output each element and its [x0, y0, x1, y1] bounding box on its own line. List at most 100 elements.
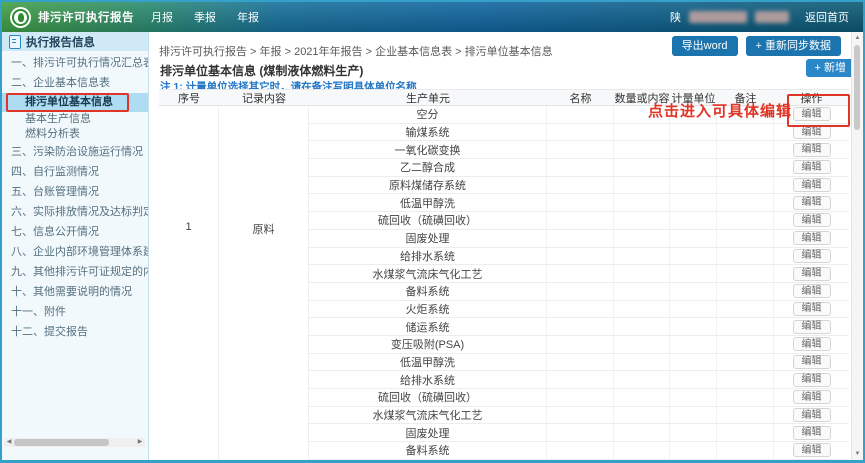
- scroll-right-icon[interactable]: ▶: [135, 438, 145, 447]
- sidebar-item[interactable]: 一、排污许可执行情况汇总表: [2, 53, 148, 73]
- sidebar-item[interactable]: 排污单位基本信息: [2, 93, 148, 112]
- edit-button[interactable]: 编辑: [793, 107, 831, 121]
- quantity-cell: [614, 318, 670, 335]
- table-row: 给排水系统 编辑: [309, 248, 849, 266]
- edit-button[interactable]: 编辑: [793, 213, 831, 227]
- sidebar-item[interactable]: 四、自行监测情况: [2, 162, 148, 182]
- sidebar-item[interactable]: 基本生产信息: [2, 112, 148, 127]
- sidebar-horizontal-scrollbar[interactable]: ◀ ▶: [4, 438, 145, 447]
- remark-cell: [717, 407, 774, 424]
- name-cell: [547, 106, 614, 123]
- quantity-cell: [614, 212, 670, 229]
- tab-report-period[interactable]: 季报: [194, 9, 216, 25]
- name-cell: [547, 354, 614, 371]
- sidebar-section-header: 执行报告信息: [2, 32, 148, 51]
- table-row: 备料系统 编辑: [309, 283, 849, 301]
- actions-cell: 编辑: [774, 159, 849, 176]
- edit-button[interactable]: 编辑: [793, 125, 831, 139]
- report-document-icon: [9, 35, 21, 49]
- remark-cell: [717, 354, 774, 371]
- sidebar-item[interactable]: 十、其他需要说明的情况: [2, 282, 148, 302]
- edit-button[interactable]: 编辑: [793, 390, 831, 404]
- remark-cell: [717, 283, 774, 300]
- name-cell: [547, 230, 614, 247]
- name-cell: [547, 424, 614, 441]
- sidebar-item[interactable]: 六、实际排放情况及达标判定分析: [2, 202, 148, 222]
- quantity-cell: [614, 194, 670, 211]
- tab-report-period[interactable]: 月报: [151, 9, 173, 25]
- unit-of-measure-cell: [670, 194, 717, 211]
- sidebar-item[interactable]: 九、其他排污许可证规定的内容执行情况: [2, 262, 148, 282]
- production-unit-cell: 固废处理: [309, 424, 547, 441]
- table-row: 变压吸附(PSA) 编辑: [309, 336, 849, 354]
- sidebar-item[interactable]: 五、台账管理情况: [2, 182, 148, 202]
- scrollbar-thumb[interactable]: [854, 45, 860, 130]
- actions-cell: 编辑: [774, 124, 849, 141]
- edit-button[interactable]: 编辑: [793, 284, 831, 298]
- name-cell: [547, 389, 614, 406]
- name-cell: [547, 124, 614, 141]
- table-row: 空分 编辑: [309, 106, 849, 124]
- table-row: 固废处理 编辑: [309, 230, 849, 248]
- edit-button[interactable]: 编辑: [793, 160, 831, 174]
- unit-of-measure-cell: [670, 424, 717, 441]
- unit-of-measure-cell: [670, 106, 717, 123]
- remark-cell: [717, 248, 774, 265]
- table-row: 硫回收（硫磺回收） 编辑: [309, 389, 849, 407]
- add-new-button[interactable]: + 新增: [806, 59, 855, 77]
- production-unit-cell: 变压吸附(PSA): [309, 336, 547, 353]
- remark-cell: [717, 106, 774, 123]
- actions-cell: 编辑: [774, 283, 849, 300]
- sidebar-item[interactable]: 十二、提交报告: [2, 322, 148, 342]
- production-unit-cell: 火炬系统: [309, 301, 547, 318]
- edit-button[interactable]: 编辑: [793, 196, 831, 210]
- sidebar-item[interactable]: 三、污染防治设施运行情况: [2, 142, 148, 162]
- unit-of-measure-cell: [670, 230, 717, 247]
- remark-cell: [717, 141, 774, 158]
- app-logo-icon: [10, 7, 31, 28]
- scrollbar-thumb[interactable]: [14, 439, 109, 446]
- topbar-right: 陕 返回首页: [670, 9, 849, 25]
- sidebar-item[interactable]: 二、企业基本信息表: [2, 73, 148, 93]
- edit-button[interactable]: 编辑: [793, 337, 831, 351]
- scroll-left-icon[interactable]: ◀: [4, 438, 14, 447]
- col-header-quantity: 数量或内容: [614, 90, 670, 105]
- resync-data-button[interactable]: + 重新同步数据: [746, 36, 841, 56]
- vertical-scrollbar[interactable]: ▲ ▼: [851, 32, 863, 460]
- unit-of-measure-cell: [670, 301, 717, 318]
- edit-button[interactable]: 编辑: [793, 373, 831, 387]
- edit-button[interactable]: 编辑: [793, 231, 831, 245]
- tab-report-period[interactable]: 年报: [237, 9, 259, 25]
- top-bar: 排污许可执行报告 月报 季报 年报 陕 返回首页: [2, 2, 863, 32]
- edit-button[interactable]: 编辑: [793, 143, 831, 157]
- remark-cell: [717, 389, 774, 406]
- edit-button[interactable]: 编辑: [793, 302, 831, 316]
- edit-button[interactable]: 编辑: [793, 408, 831, 422]
- sidebar-menu: 一、排污许可执行情况汇总表 二、企业基本信息表 排污单位基本信息 基本生产信息 …: [2, 53, 148, 342]
- remark-cell: [717, 424, 774, 441]
- edit-button[interactable]: 编辑: [793, 249, 831, 263]
- remark-cell: [717, 336, 774, 353]
- sidebar-item[interactable]: 十一、附件: [2, 302, 148, 322]
- edit-button[interactable]: 编辑: [793, 426, 831, 440]
- edit-button[interactable]: 编辑: [793, 178, 831, 192]
- edit-button[interactable]: 编辑: [793, 267, 831, 281]
- name-cell: [547, 283, 614, 300]
- sidebar-item[interactable]: 燃料分析表: [2, 127, 148, 142]
- actions-cell: 编辑: [774, 354, 849, 371]
- production-unit-cell: 硫回收（硫磺回收）: [309, 212, 547, 229]
- unit-of-measure-cell: [670, 248, 717, 265]
- edit-button[interactable]: 编辑: [793, 320, 831, 334]
- sidebar-item[interactable]: 七、信息公开情况: [2, 222, 148, 242]
- redaction-blur: [689, 11, 747, 23]
- edit-button[interactable]: 编辑: [793, 355, 831, 369]
- scroll-up-icon[interactable]: ▲: [852, 35, 863, 41]
- scroll-down-icon[interactable]: ▼: [852, 451, 863, 457]
- export-word-button[interactable]: 导出word: [672, 36, 738, 56]
- edit-button[interactable]: 编辑: [793, 443, 831, 457]
- sidebar-item[interactable]: 八、企业内部环境管理体系建设与运行情况: [2, 242, 148, 262]
- quantity-cell: [614, 248, 670, 265]
- return-home-link[interactable]: 返回首页: [805, 9, 849, 25]
- quantity-cell: [614, 424, 670, 441]
- name-cell: [547, 159, 614, 176]
